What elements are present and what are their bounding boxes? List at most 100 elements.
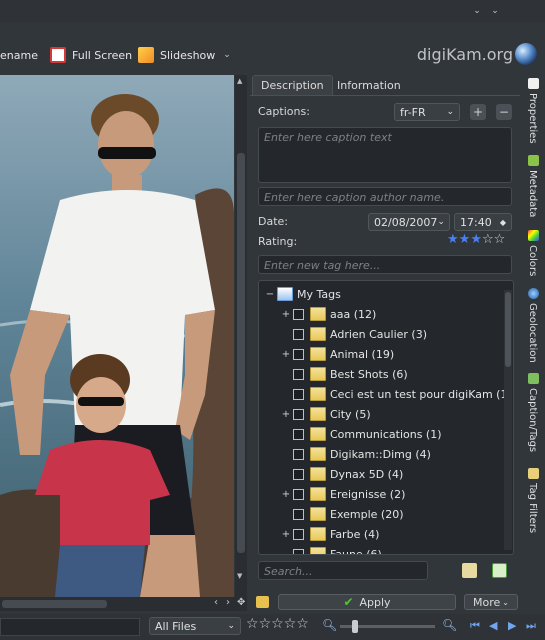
chevron-down-icon[interactable]: ⌄: [470, 4, 484, 18]
sidebar-tab-metadata[interactable]: Metadata: [527, 170, 538, 217]
tag-checkbox[interactable]: [293, 368, 304, 380]
expand-icon[interactable]: +: [279, 489, 293, 500]
tag-checkbox[interactable]: [293, 508, 304, 520]
chevron-up-icon[interactable]: ▲: [237, 77, 245, 85]
image-preview[interactable]: [0, 75, 234, 597]
tags-scrollbar[interactable]: [504, 290, 512, 550]
tag-checkbox[interactable]: [293, 408, 304, 420]
preview-vertical-scrollbar[interactable]: ▲ ▼: [235, 75, 247, 597]
rating-filter[interactable]: ☆ ☆ ☆ ☆ ☆: [246, 616, 309, 632]
add-language-button[interactable]: +: [470, 104, 486, 120]
tag-tree-row[interactable]: Dynax 5D (4): [279, 464, 403, 484]
chevron-left-icon[interactable]: ‹: [214, 597, 218, 608]
more-button[interactable]: More ⌄: [464, 594, 518, 610]
tag-checkbox[interactable]: [293, 448, 304, 460]
expand-icon[interactable]: +: [279, 529, 293, 540]
fullscreen-icon: [50, 47, 66, 63]
tag-checkbox[interactable]: [293, 468, 304, 480]
rating-star-icon[interactable]: ☆: [482, 232, 494, 247]
apply-button[interactable]: ✔ Apply: [278, 594, 456, 610]
tag-tree-row[interactable]: Best Shots (6): [279, 364, 408, 384]
tag-checkbox[interactable]: [293, 428, 304, 440]
rating-star-icon[interactable]: ☆: [494, 232, 506, 247]
zoom-out-icon[interactable]: 🔍︎: [322, 618, 337, 632]
tag-edit-icon[interactable]: [462, 563, 477, 578]
tag-tree-row[interactable]: + City (5): [279, 404, 371, 424]
tag-tree-row[interactable]: Exemple (20): [279, 504, 404, 524]
tag-checkbox[interactable]: [293, 328, 304, 340]
language-select[interactable]: fr-FR ⌄: [394, 103, 460, 121]
author-input[interactable]: Enter here caption author name.: [258, 187, 512, 206]
filter-star-icon[interactable]: ☆: [259, 616, 272, 632]
tag-checkbox[interactable]: [293, 388, 304, 400]
tag-tree-row[interactable]: Digikam::Dimg (4): [279, 444, 431, 464]
rename-button[interactable]: ename: [0, 44, 38, 66]
tab-information[interactable]: Information: [328, 75, 410, 95]
filter-star-icon[interactable]: ☆: [284, 616, 297, 632]
tree-root[interactable]: − My Tags: [263, 284, 341, 304]
fullscreen-button[interactable]: Full Screen: [50, 44, 132, 66]
first-icon[interactable]: ⏮: [470, 619, 480, 633]
tag-checkbox[interactable]: [293, 548, 304, 554]
chevron-down-icon[interactable]: ▼: [237, 572, 245, 580]
move-icon[interactable]: ✥: [237, 597, 245, 608]
collapse-icon[interactable]: −: [263, 289, 277, 300]
tag-tree-row[interactable]: + Ereignisse (2): [279, 484, 405, 504]
tag-label: City (5): [330, 407, 371, 421]
tag-tree-row[interactable]: Ceci est un test pour digiKam (1): [279, 384, 512, 404]
expand-icon[interactable]: +: [279, 349, 293, 360]
file-filter-select[interactable]: All Files ⌄: [149, 617, 241, 635]
sidebar-tab-properties[interactable]: Properties: [527, 93, 538, 144]
last-icon[interactable]: ⏭: [526, 619, 536, 633]
tag-checkbox[interactable]: [293, 528, 304, 540]
sidebar-tab-geolocation[interactable]: Geolocation: [527, 303, 538, 363]
tag-tree-row[interactable]: Communications (1): [279, 424, 442, 444]
rating-star-icon[interactable]: ★: [459, 232, 471, 247]
tag-tree-row[interactable]: + Animal (19): [279, 344, 394, 364]
new-tag-input[interactable]: Enter new tag here...: [258, 255, 512, 274]
revert-icon[interactable]: [256, 596, 269, 608]
rating-star-icon[interactable]: ★: [447, 232, 459, 247]
filter-star-icon[interactable]: ☆: [246, 616, 259, 632]
tag-new-icon[interactable]: [492, 563, 507, 578]
tag-search-input[interactable]: Search...: [258, 561, 428, 580]
tag-checkbox[interactable]: [293, 308, 304, 320]
file-filter-value: All Files: [155, 619, 197, 633]
sidebar-tab-caption-tags[interactable]: Caption/Tags: [527, 388, 538, 452]
caption-textarea[interactable]: Enter here caption text: [258, 127, 512, 183]
tag-tree-row[interactable]: + aaa (12): [279, 304, 376, 324]
sidebar-tab-tag-filters[interactable]: Tag Filters: [527, 483, 538, 533]
zoom-in-icon[interactable]: 🔍︎: [442, 618, 457, 632]
scrollbar-handle[interactable]: [237, 153, 245, 553]
time-spinbox[interactable]: 17:40 ◆: [454, 213, 512, 231]
tab-description[interactable]: Description: [252, 75, 333, 95]
chevron-down-icon: ⌄: [227, 621, 235, 631]
scrollbar-handle[interactable]: [2, 600, 107, 608]
sidebar-tab-colors[interactable]: Colors: [527, 245, 538, 276]
tag-tree-row[interactable]: + Farbe (4): [279, 524, 379, 544]
preview-horizontal-scrollbar[interactable]: ‹ › ✥: [0, 597, 247, 611]
chevron-down-icon[interactable]: ⌄: [488, 4, 502, 18]
chevron-down-icon[interactable]: ⌄: [223, 50, 231, 60]
tag-checkbox[interactable]: [293, 488, 304, 500]
zoom-slider-handle[interactable]: [352, 620, 358, 633]
remove-language-button[interactable]: −: [496, 104, 512, 120]
chevron-right-icon[interactable]: ›: [226, 597, 230, 608]
next-icon[interactable]: ▶: [508, 619, 516, 632]
slideshow-button[interactable]: Slideshow ⌄: [138, 44, 231, 66]
tag-icon: [310, 347, 326, 361]
tag-tree-row[interactable]: Adrien Caulier (3): [279, 324, 427, 344]
rating-widget[interactable]: ★ ★ ★ ☆ ☆: [447, 232, 505, 247]
tag-tree-row[interactable]: Faune (6): [279, 544, 382, 554]
expand-icon[interactable]: +: [279, 309, 293, 320]
filter-star-icon[interactable]: ☆: [271, 616, 284, 632]
previous-icon[interactable]: ◀: [489, 619, 497, 632]
filter-star-icon[interactable]: ☆: [296, 616, 309, 632]
zoom-slider[interactable]: [340, 620, 435, 633]
tags-tree[interactable]: − My Tags + aaa (12) Adrien Caulier (3) + An…: [258, 280, 514, 555]
scrollbar-handle[interactable]: [505, 292, 511, 367]
rating-star-icon[interactable]: ★: [470, 232, 482, 247]
expand-icon[interactable]: +: [279, 409, 293, 420]
tag-checkbox[interactable]: [293, 348, 304, 360]
date-picker[interactable]: 02/08/2007 ⌄: [368, 213, 450, 231]
